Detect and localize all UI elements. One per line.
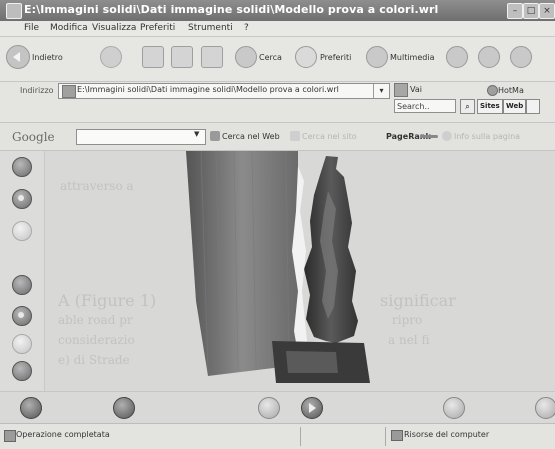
search-site-button[interactable]: Cerca nel sito — [302, 132, 357, 141]
search-web-icon[interactable] — [210, 131, 220, 141]
statue-base-light — [286, 351, 338, 373]
go-icon — [394, 83, 408, 97]
search-input[interactable]: Search.. — [394, 99, 456, 113]
google-logo[interactable]: Google — [12, 130, 55, 144]
turn-tool-icon[interactable] — [12, 306, 32, 326]
back-button[interactable] — [6, 45, 30, 69]
bleed-through-text: ripro — [392, 313, 423, 327]
menu-modifica[interactable]: Modifica — [50, 23, 88, 33]
hotmail-icon[interactable] — [487, 85, 498, 96]
menu-bar: File Modifica Visualizza Preferiti Strum… — [0, 21, 555, 37]
status-zone: Risorse del computer — [404, 430, 490, 439]
toolbar: Indietro Cerca Preferiti Multimedia — [0, 37, 555, 82]
web-button[interactable]: Web — [503, 99, 527, 114]
info-icon[interactable] — [442, 131, 452, 141]
rendered-statue-model[interactable] — [186, 151, 376, 386]
straighten-icon[interactable] — [113, 397, 135, 419]
restore-view-icon[interactable] — [443, 397, 465, 419]
menu-visualizza[interactable]: Visualizza — [92, 23, 136, 33]
next-view-icon[interactable] — [535, 397, 555, 419]
walk-tool-icon[interactable] — [12, 157, 32, 177]
google-dropdown-icon[interactable]: ▼ — [194, 130, 199, 138]
fly-tool-icon[interactable] — [12, 189, 32, 209]
address-bar: Indirizzo E:\Immagini solidi\Dati immagi… — [0, 82, 555, 123]
bleed-through-text: considerazio — [58, 333, 135, 347]
status-divider — [385, 427, 386, 446]
play-icon[interactable] — [301, 397, 323, 419]
history-icon[interactable] — [446, 46, 468, 68]
menu-help[interactable]: ? — [244, 23, 249, 33]
address-label: Indirizzo — [20, 86, 54, 95]
maximize-button[interactable]: □ — [523, 3, 539, 19]
stop-icon[interactable] — [142, 46, 164, 68]
bleed-through-text: able road pr — [58, 313, 133, 327]
bleed-through-text: attraverso a — [60, 179, 134, 193]
multimedia-label[interactable]: Multimedia — [390, 53, 434, 62]
favorites-icon[interactable] — [295, 46, 317, 68]
bleed-through-text: significar — [380, 291, 456, 310]
status-message: Operazione completata — [16, 430, 110, 439]
menu-preferiti[interactable]: Preferiti — [140, 23, 175, 33]
address-value[interactable]: E:\Immagini solidi\Dati immagine solidi\… — [77, 85, 339, 94]
favorites-label[interactable]: Preferiti — [320, 53, 351, 62]
mail-icon[interactable] — [478, 46, 500, 68]
google-search-input[interactable] — [76, 129, 206, 145]
window-title: E:\Immagini solidi\Dati immagine solidi\… — [24, 3, 439, 16]
study-tool-icon[interactable] — [12, 221, 32, 241]
refresh-icon[interactable] — [171, 46, 193, 68]
google-toolbar: Google ▼ Cerca nel Web Cerca nel sito Pa… — [0, 123, 555, 151]
viewer-nav-controls — [0, 391, 555, 423]
back-label[interactable]: Indietro — [32, 53, 63, 62]
menu-file[interactable]: File — [24, 23, 39, 33]
vrml-viewer[interactable]: attraverso a A (Figure 1) able road pr c… — [0, 151, 555, 391]
hotmail-link[interactable]: HotMa — [498, 86, 524, 95]
magnifier-icon[interactable]: ⌕ — [460, 99, 475, 114]
pan-tool-icon[interactable] — [12, 275, 32, 295]
goto-tool-icon[interactable] — [12, 361, 32, 381]
search-site-icon[interactable] — [290, 131, 300, 141]
multimedia-icon[interactable] — [366, 46, 388, 68]
status-icon — [4, 430, 16, 442]
info-page-button[interactable]: Info sulla pagina — [454, 132, 520, 141]
go-button[interactable]: Vai — [394, 83, 430, 97]
search-web-button[interactable]: Cerca nel Web — [222, 132, 280, 141]
close-button[interactable]: × — [539, 3, 555, 19]
sites-button[interactable]: Sites — [477, 99, 503, 114]
extra-button[interactable] — [526, 99, 540, 114]
home-icon[interactable] — [201, 46, 223, 68]
print-icon[interactable] — [510, 46, 532, 68]
bleed-through-text: A (Figure 1) — [58, 291, 157, 310]
pagerank-bar — [420, 135, 438, 138]
forward-button[interactable] — [100, 46, 122, 68]
search-label[interactable]: Cerca — [259, 53, 282, 62]
go-label[interactable]: Vai — [410, 85, 422, 94]
search-icon[interactable] — [235, 46, 257, 68]
bleed-through-text: e) di Strade — [58, 353, 130, 367]
computer-icon — [391, 430, 403, 441]
browser-window: E:\Immagini solidi\Dati immagine solidi\… — [0, 0, 555, 449]
bleed-through-text: a nel fi — [388, 333, 430, 347]
viewer-tools — [0, 151, 45, 391]
status-bar: Operazione completata Risorse del comput… — [0, 423, 555, 449]
minimize-button[interactable]: – — [507, 3, 523, 19]
roll-tool-icon[interactable] — [12, 334, 32, 354]
chevron-down-icon[interactable]: ▾ — [373, 84, 389, 98]
app-icon — [6, 3, 22, 19]
address-input[interactable]: E:\Immagini solidi\Dati immagine solidi\… — [58, 83, 390, 99]
previous-icon[interactable] — [258, 397, 280, 419]
status-divider — [300, 427, 301, 446]
title-bar: E:\Immagini solidi\Dati immagine solidi\… — [0, 0, 555, 22]
page-icon — [62, 85, 76, 98]
viewpoint-prev-icon[interactable] — [20, 397, 42, 419]
menu-strumenti[interactable]: Strumenti — [188, 23, 233, 33]
